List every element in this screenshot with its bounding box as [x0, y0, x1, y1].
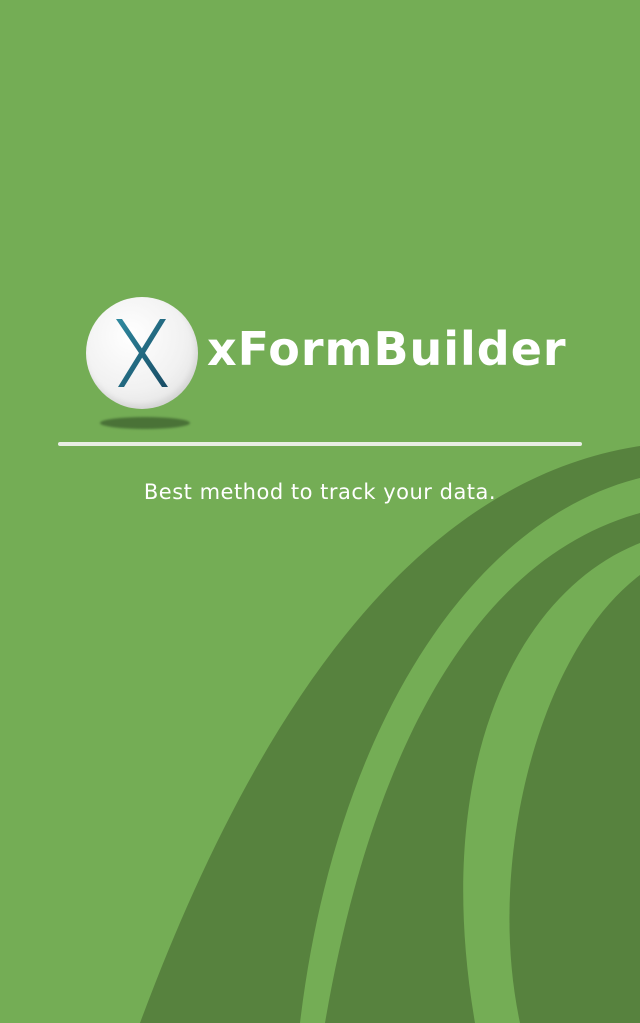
logo-shadow [100, 417, 190, 429]
app-logo [86, 297, 198, 433]
logo-circle [86, 297, 198, 409]
title-divider [58, 442, 582, 446]
app-title: xFormBuilder [207, 322, 567, 376]
app-tagline: Best method to track your data. [143, 480, 497, 504]
background-swoosh-graphic [140, 446, 640, 1023]
x-logo-icon [116, 319, 168, 387]
swoosh-inner-band [509, 575, 640, 1023]
